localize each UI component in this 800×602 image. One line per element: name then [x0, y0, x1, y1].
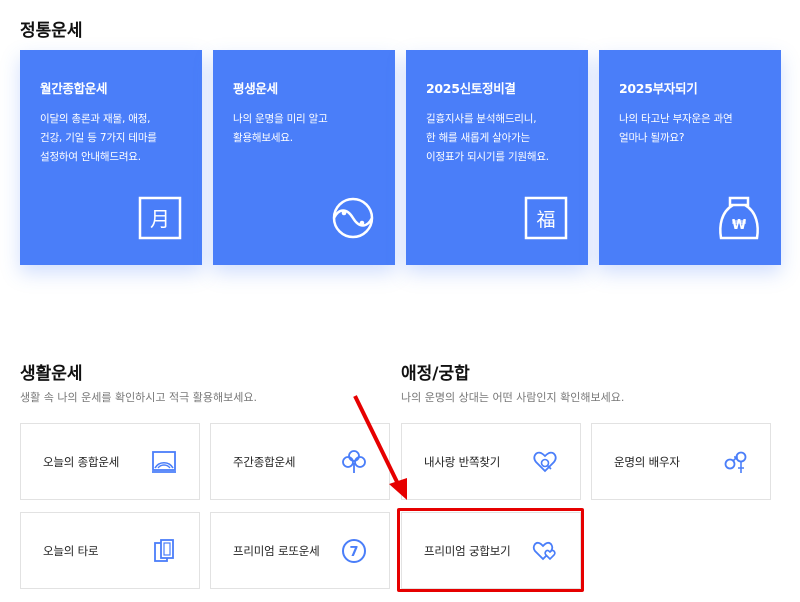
- card-desc: 나의 운명을 미리 알고 활용해보세요.: [233, 113, 328, 144]
- menu-item-label: 내사랑 반쪽찾기: [424, 454, 501, 469]
- lotto-ball-icon: 7: [342, 538, 366, 563]
- menu-item-label: 오늘의 종합운세: [43, 454, 120, 469]
- fortune-bok-icon: 福: [524, 196, 568, 240]
- svg-text:₩: ₩: [732, 218, 747, 233]
- menu-item-destined-spouse[interactable]: 운명의 배우자: [591, 423, 771, 500]
- card-title: 2025부자되기: [619, 81, 698, 96]
- card-title: 월간종합운세: [40, 81, 108, 96]
- annotation-arrow-icon: [353, 395, 407, 500]
- svg-text:月: 月: [150, 207, 170, 231]
- menu-item-label: 프리미엄 로또운세: [233, 543, 320, 558]
- menu-item-label: 운명의 배우자: [614, 454, 680, 469]
- menu-item-today-fortune[interactable]: 오늘의 종합운세: [20, 423, 200, 500]
- svg-text:福: 福: [536, 209, 555, 231]
- card-title: 2025신토정비결: [426, 81, 516, 96]
- card-title: 평생운세: [233, 81, 278, 96]
- menu-item-today-tarot[interactable]: 오늘의 타로: [20, 512, 200, 589]
- card-tojeong-secret[interactable]: 2025신토정비결 길흉지사를 분석해드리니, 한 해를 새롭게 살아가는 이정…: [406, 50, 588, 265]
- section-desc-life: 생활 속 나의 운세를 확인하시고 적극 활용해보세요.: [20, 391, 257, 404]
- card-desc: 이달의 총론과 재물, 애정, 건강, 기일 등 7가지 테마를 설정하여 안내…: [40, 113, 157, 163]
- menu-item-label: 주간종합운세: [233, 454, 296, 469]
- calendar-month-icon: 月: [138, 196, 182, 240]
- card-monthly-fortune[interactable]: 월간종합운세 이달의 총론과 재물, 애정, 건강, 기일 등 7가지 테마를 …: [20, 50, 202, 265]
- money-bag-icon: ₩: [719, 196, 759, 240]
- section-desc-love: 나의 운명의 상대는 어떤 사람인지 확인해보세요.: [401, 391, 625, 404]
- section-title-fortune: 정통운세: [20, 21, 83, 41]
- heart-search-icon: [533, 451, 557, 472]
- gender-couple-icon: [724, 451, 747, 473]
- section-title-life: 생활운세: [20, 364, 83, 384]
- menu-item-label: 오늘의 타로: [43, 543, 99, 558]
- yin-yang-icon: [332, 197, 374, 239]
- landscape-frame-icon: [152, 450, 176, 473]
- menu-item-find-soulmate[interactable]: 내사랑 반쪽찾기: [401, 423, 581, 500]
- svg-text:7: 7: [349, 545, 358, 560]
- tarot-cards-icon: [154, 538, 174, 562]
- card-get-rich[interactable]: 2025부자되기 나의 타고난 부자운은 과연 얼마나 될까요? ₩: [599, 50, 781, 265]
- section-title-love: 애정/궁합: [401, 364, 470, 384]
- card-lifetime-fortune[interactable]: 평생운세 나의 운명을 미리 알고 활용해보세요.: [213, 50, 395, 265]
- card-desc: 길흉지사를 분석해드리니, 한 해를 새롭게 살아가는 이정표가 되시기를 기원…: [426, 113, 549, 163]
- menu-item-premium-lotto[interactable]: 프리미엄 로또운세 7: [210, 512, 390, 589]
- card-desc: 나의 타고난 부자운은 과연 얼마나 될까요?: [619, 113, 733, 144]
- highlight-box: [397, 508, 584, 592]
